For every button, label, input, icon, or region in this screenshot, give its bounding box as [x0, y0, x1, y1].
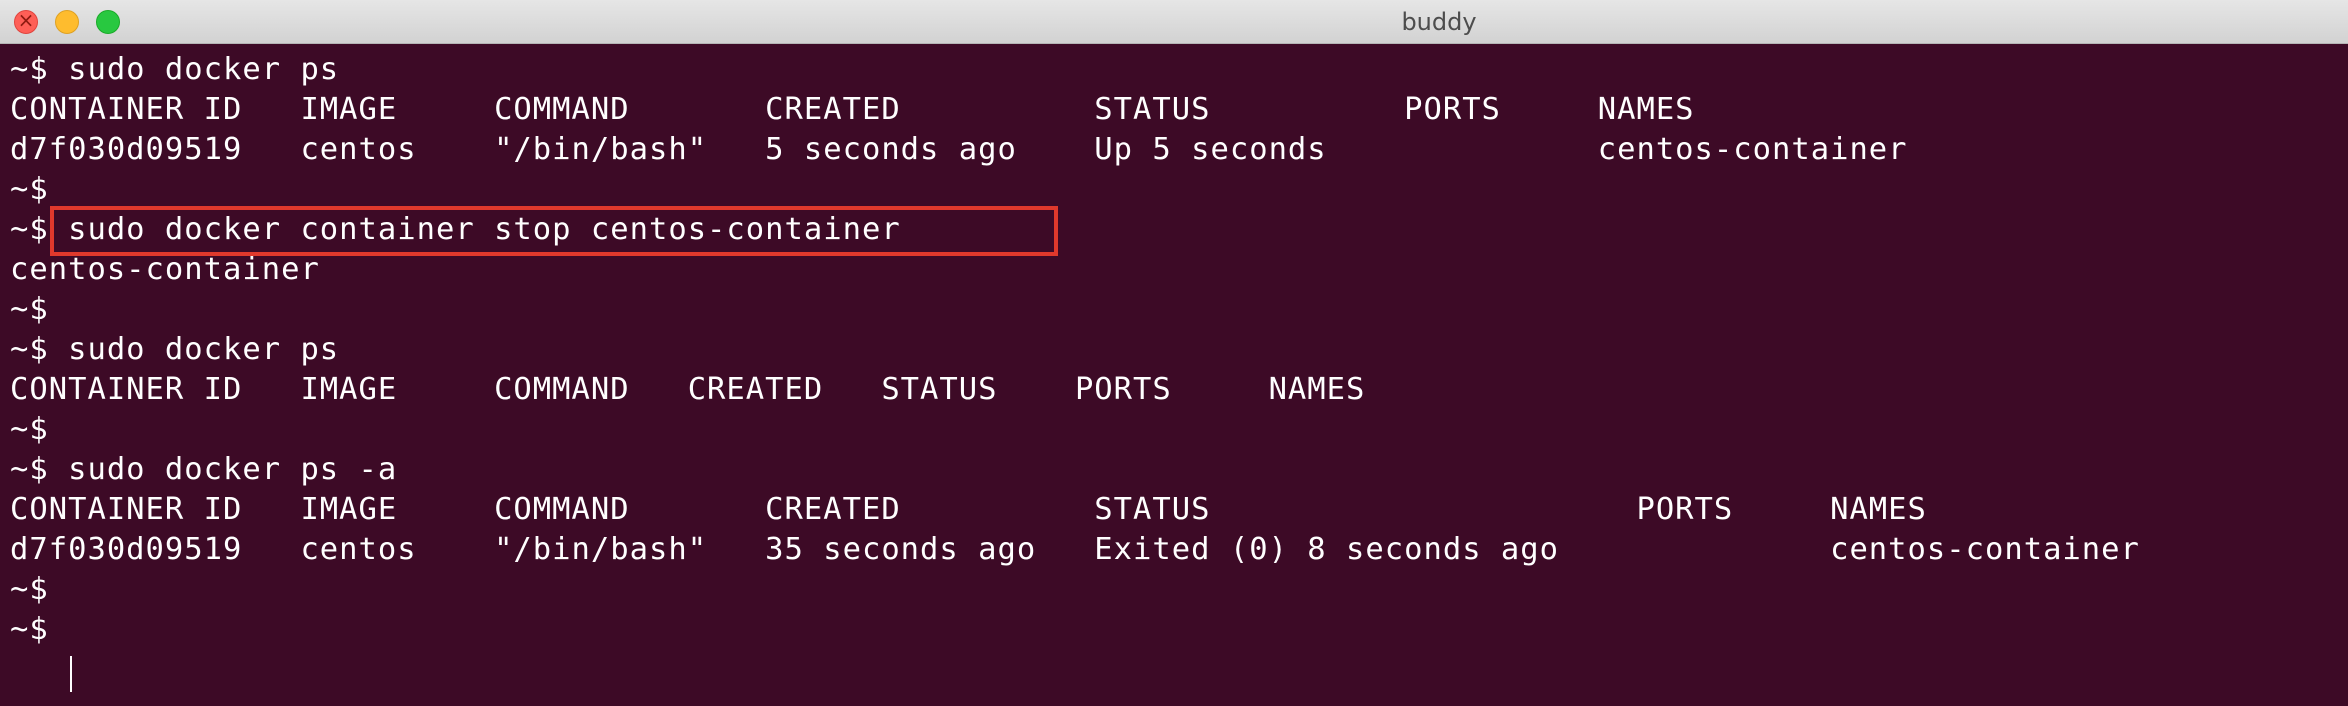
terminal-window: buddy ~$ sudo docker ps CONTAINER ID IMA…: [0, 0, 2348, 706]
text-cursor: [70, 656, 72, 692]
title-bar[interactable]: buddy: [0, 0, 2348, 44]
table-row: d7f030d09519 centos "/bin/bash" 35 secon…: [10, 532, 2140, 567]
terminal-output[interactable]: ~$ sudo docker ps CONTAINER ID IMAGE COM…: [0, 44, 2348, 706]
prompt-line: ~$ sudo docker ps -a: [10, 452, 398, 487]
prompt-line: ~$: [10, 172, 49, 207]
prompt-line: ~$ sudo docker ps: [10, 332, 340, 367]
table-header: CONTAINER ID IMAGE COMMAND CREATED STATU…: [10, 492, 1927, 527]
table-row: d7f030d09519 centos "/bin/bash" 5 second…: [10, 132, 1908, 167]
prompt-line: ~$: [10, 612, 69, 647]
window-title: buddy: [1401, 8, 1477, 36]
prompt-line: ~$ sudo docker ps: [10, 52, 340, 87]
prompt-line: ~$: [10, 292, 49, 327]
table-header: CONTAINER ID IMAGE COMMAND CREATED STATU…: [10, 92, 1695, 127]
table-header: CONTAINER ID IMAGE COMMAND CREATED STATU…: [10, 372, 1366, 407]
command-highlight-box: [50, 206, 1058, 256]
prompt-line: ~$: [10, 572, 49, 607]
output-line: centos-container: [10, 252, 320, 287]
prompt-line: ~$: [10, 412, 49, 447]
